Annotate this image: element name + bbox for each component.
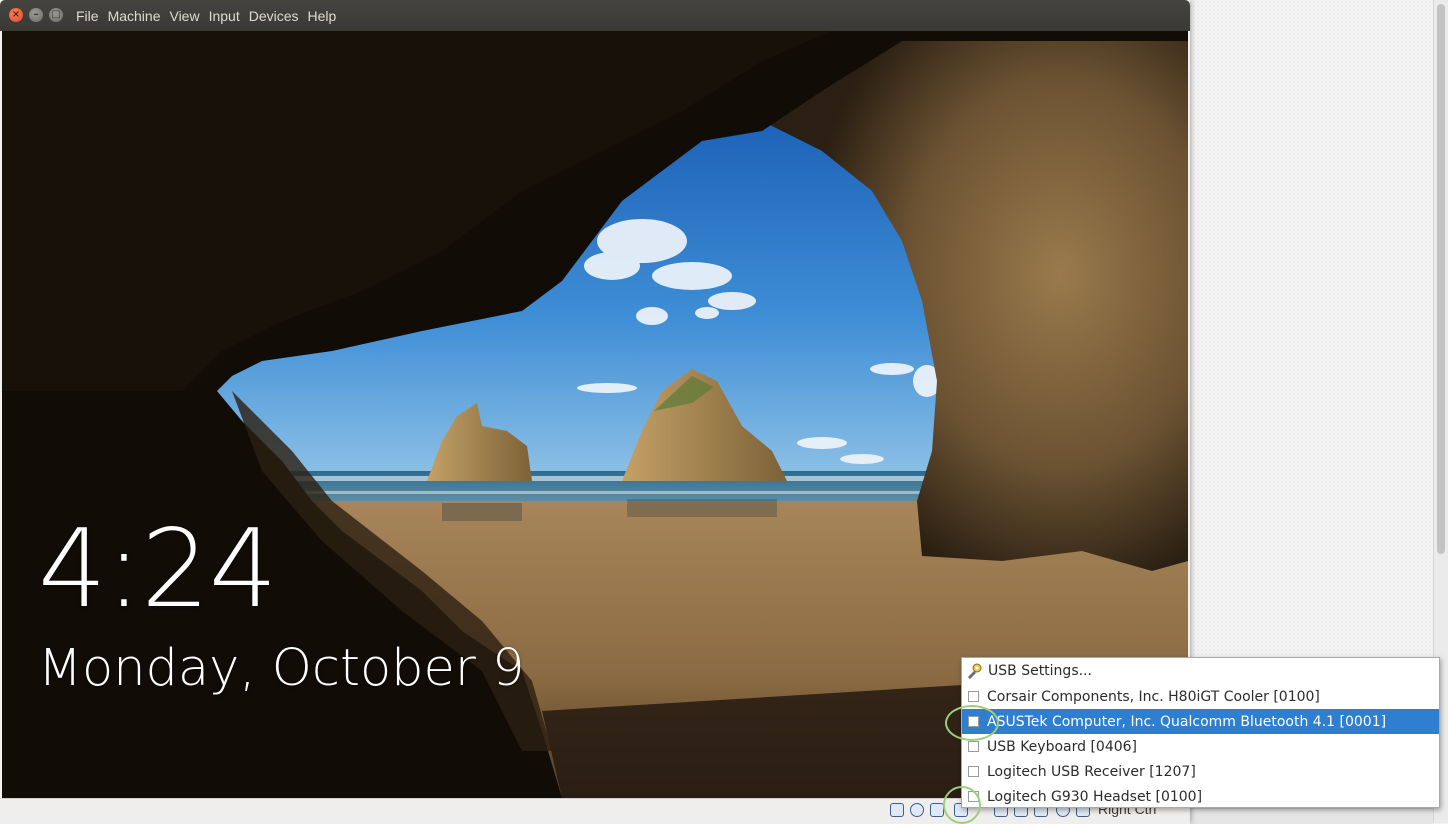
usb-settings-item[interactable]: USB Settings... — [962, 658, 1439, 683]
usb-devices-menu: USB Settings... Corsair Components, Inc.… — [961, 657, 1440, 808]
usb-device-label: USB Keyboard [0406] — [987, 738, 1138, 755]
menu-help[interactable]: Help — [304, 8, 342, 24]
menu-view[interactable]: View — [165, 8, 204, 24]
usb-device-label: Corsair Components, Inc. H80iGT Cooler [… — [987, 688, 1320, 705]
close-icon[interactable]: × — [9, 8, 23, 22]
usb-settings-label: USB Settings... — [988, 662, 1092, 679]
usb-device-checkbox[interactable] — [968, 741, 979, 752]
menubar: File Machine View Input Devices Help — [72, 0, 341, 31]
menu-machine[interactable]: Machine — [104, 8, 166, 24]
usb-device-item[interactable]: Logitech G930 Headset [0100] — [962, 784, 1439, 809]
menu-input[interactable]: Input — [205, 8, 245, 24]
usb-device-checkbox[interactable] — [968, 766, 979, 777]
minimize-icon[interactable]: – — [29, 8, 43, 22]
usb-device-item[interactable]: USB Keyboard [0406] — [962, 734, 1439, 759]
lockscreen-time: 4:24 — [38, 507, 278, 632]
usb-settings-icon — [966, 663, 982, 679]
hard-disk-icon[interactable] — [890, 803, 904, 817]
usb-device-checkbox[interactable] — [968, 691, 979, 702]
maximize-icon[interactable]: □ — [49, 8, 63, 22]
background-window-footer — [1190, 808, 1433, 824]
optical-drive-icon[interactable] — [910, 803, 924, 817]
lockscreen-date: Monday, October 9 — [38, 639, 525, 698]
network-icon[interactable] — [930, 803, 944, 817]
titlebar[interactable]: × – □ File Machine View Input Devices He… — [0, 0, 1190, 31]
usb-device-checkbox[interactable] — [968, 791, 979, 802]
usb-device-label: ASUSTek Computer, Inc. Qualcomm Bluetoot… — [987, 713, 1387, 730]
menu-devices[interactable]: Devices — [245, 8, 304, 24]
usb-device-checkbox[interactable] — [968, 716, 979, 727]
scrollbar-thumb[interactable] — [1437, 4, 1445, 554]
menu-file[interactable]: File — [72, 8, 104, 24]
usb-device-item[interactable]: Corsair Components, Inc. H80iGT Cooler [… — [962, 684, 1439, 709]
usb-device-item[interactable]: Logitech USB Receiver [1207] — [962, 759, 1439, 784]
usb-device-item[interactable]: ASUSTek Computer, Inc. Qualcomm Bluetoot… — [962, 709, 1439, 734]
usb-device-label: Logitech G930 Headset [0100] — [987, 788, 1203, 805]
usb-device-label: Logitech USB Receiver [1207] — [987, 763, 1196, 780]
